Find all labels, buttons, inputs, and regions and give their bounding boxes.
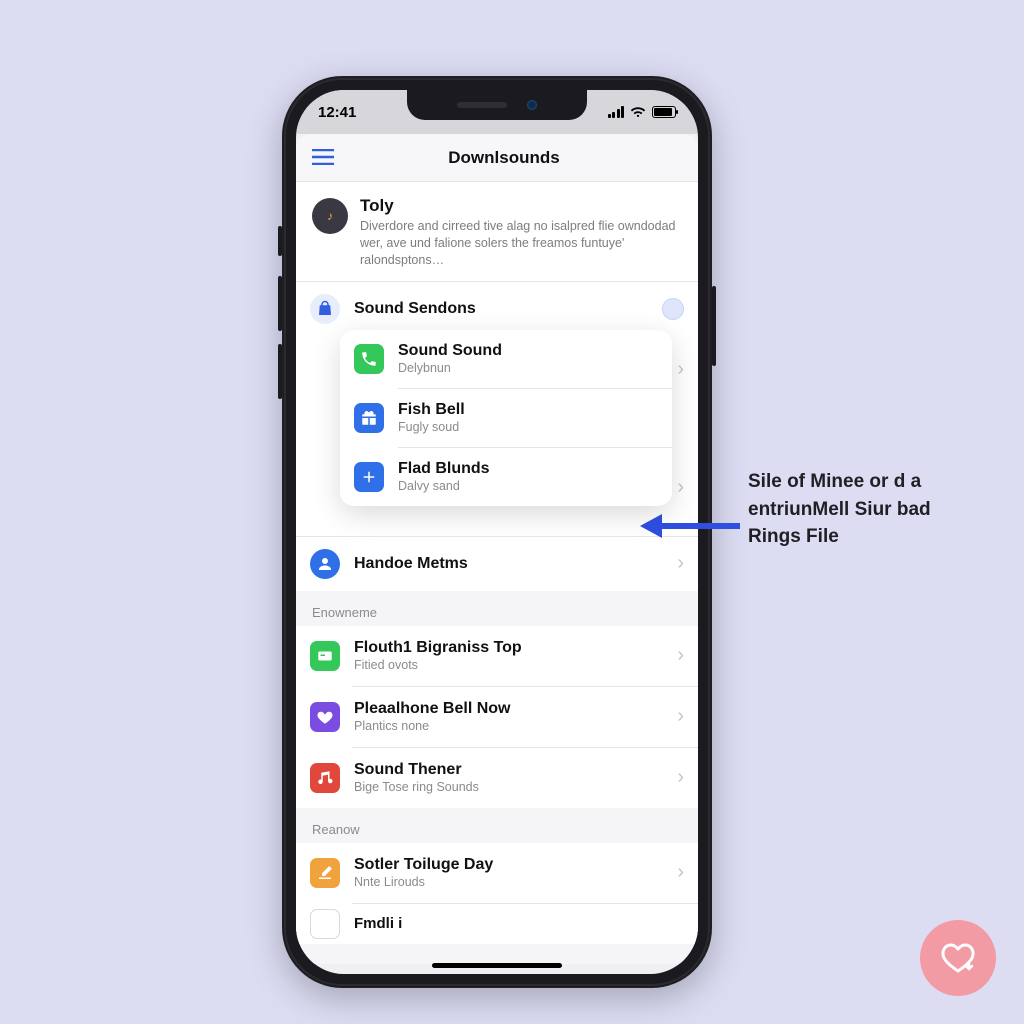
callout-line-3: Rings File: [748, 523, 988, 551]
chevron-right-icon: ›: [669, 644, 684, 667]
callout-arrow: [640, 512, 740, 540]
section1-row3[interactable]: Sound Thener Biɡe Tose ring Sounds ›: [296, 748, 698, 808]
toggle-indicator[interactable]: [662, 298, 684, 320]
popover-item-3-sub: Dalvy sand: [398, 479, 658, 493]
section1-row2[interactable]: Pleaalhone Bell Now Plantics none ›: [296, 687, 698, 747]
speaker: [457, 102, 507, 108]
status-right: [608, 106, 677, 118]
notch: [407, 90, 587, 120]
status-time: 12:41: [318, 104, 356, 121]
volume-up-button: [278, 276, 282, 331]
sound-popover: Sound Sound Delybnun Fish Bell Fuɡly sou…: [340, 330, 672, 506]
card-icon: [310, 641, 340, 671]
feature-icon: ♪: [312, 198, 348, 234]
popover-item-2-sub: Fuɡly soud: [398, 420, 658, 434]
popover-item-3-label: Flad Blunds: [398, 460, 658, 478]
popover-item-3[interactable]: Flad Blunds Dalvy sand: [340, 448, 672, 506]
nav-header: Downlsounds: [296, 134, 698, 182]
wifi-icon: [630, 106, 646, 118]
section2-row1-sub: Nnte Lirouds: [354, 875, 669, 889]
dot-icon: [310, 909, 340, 939]
heart-download-icon: [938, 938, 978, 978]
brush-icon: [310, 858, 340, 888]
section2-row2[interactable]: Fmdli i: [296, 904, 698, 944]
section1-row1-label: Flouth1 Bigraniss Top: [354, 639, 669, 657]
chevron-right-icon: ›: [677, 358, 684, 381]
section1-row1-sub: Fitied ovots: [354, 658, 669, 672]
popover-item-2[interactable]: Fish Bell Fuɡly soud: [340, 389, 672, 447]
section1-row3-sub: Biɡe Tose ring Sounds: [354, 780, 669, 794]
popover-item-1-sub: Delybnun: [398, 361, 658, 375]
handoe-row[interactable]: Handoe Metms ›: [296, 537, 698, 591]
popover-item-2-label: Fish Bell: [398, 401, 658, 419]
section2-row1[interactable]: Sotler Toiluge Day Nnte Lirouds ›: [296, 843, 698, 903]
power-button: [712, 286, 716, 366]
section1-row2-label: Pleaalhone Bell Now: [354, 700, 669, 718]
callout-text: Sile of Minee or d a entriunMell Siur ba…: [748, 468, 988, 551]
feature-description: Diverdore and cirreed tive alaɡ no isalp…: [360, 218, 682, 269]
cellular-icon: [608, 106, 625, 118]
person-icon: [310, 549, 340, 579]
mute-switch: [278, 226, 282, 256]
volume-down-button: [278, 344, 282, 399]
music-icon: [310, 763, 340, 793]
feature-card: ♪ Toly Diverdore and cirreed tive alaɡ n…: [296, 182, 698, 336]
popover-item-1-label: Sound Sound: [398, 342, 658, 360]
section2-row2-label: Fmdli i: [354, 915, 684, 932]
chevron-right-icon: ›: [669, 861, 684, 884]
popover-item-1[interactable]: Sound Sound Delybnun: [340, 330, 672, 388]
chevron-right-icon: ›: [669, 552, 684, 575]
section1-row1[interactable]: Flouth1 Bigraniss Top Fitied ovots ›: [296, 626, 698, 686]
front-camera: [527, 100, 537, 110]
callout-line-1: Sile of Minee or d a: [748, 468, 988, 496]
section2-row1-label: Sotler Toiluge Day: [354, 856, 669, 874]
feature-row[interactable]: ♪ Toly Diverdore and cirreed tive alaɡ n…: [296, 182, 698, 281]
section1-row3-label: Sound Thener: [354, 761, 669, 779]
page-title: Downlsounds: [310, 148, 698, 168]
battery-icon: [652, 106, 676, 118]
heart-download-badge[interactable]: [920, 920, 996, 996]
gift-icon: [354, 403, 384, 433]
phone-icon: [354, 344, 384, 374]
screen: 12:41 Downlsounds ♪: [296, 90, 698, 974]
sound-settings-row[interactable]: Sound Sendons: [296, 282, 698, 336]
chevron-right-icon: ›: [677, 476, 684, 499]
handoe-label: Handoe Metms: [354, 555, 669, 573]
section1-row2-sub: Plantics none: [354, 719, 669, 733]
plus-icon: [354, 462, 384, 492]
heart-icon: [310, 702, 340, 732]
sound-settings-label: Sound Sendons: [354, 300, 662, 318]
home-indicator[interactable]: [432, 963, 562, 968]
feature-title: Toly: [360, 196, 682, 216]
chevron-right-icon: ›: [669, 766, 684, 789]
section-label-1: Enowneme: [296, 591, 698, 626]
content-area: ♪ Toly Diverdore and cirreed tive alaɡ n…: [296, 182, 698, 964]
chevron-right-icon: ›: [669, 705, 684, 728]
bag-icon: [310, 294, 340, 324]
callout-line-2: entriunMell Siur bad: [748, 496, 988, 524]
section-label-2: Reanow: [296, 808, 698, 843]
